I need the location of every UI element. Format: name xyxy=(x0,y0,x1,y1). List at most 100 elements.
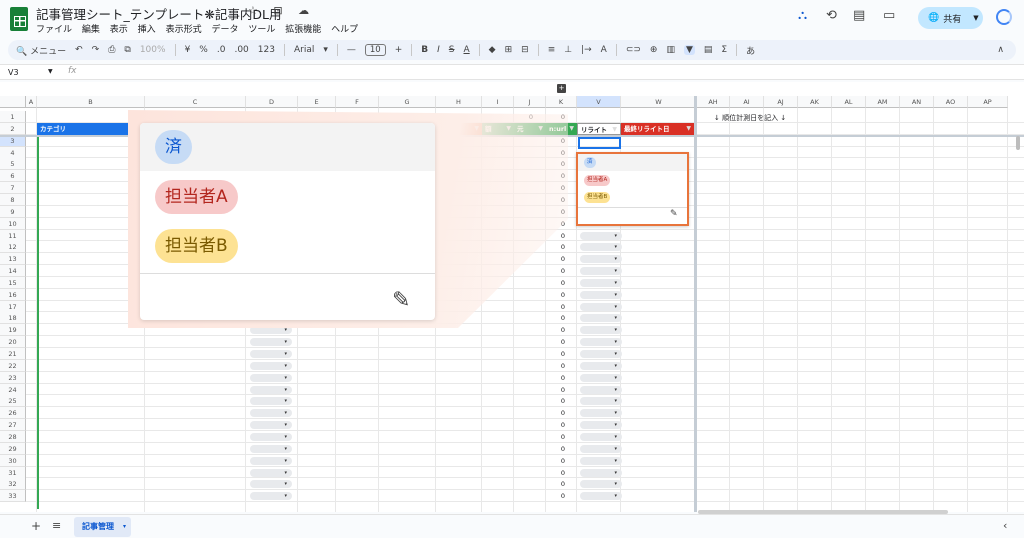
borders-icon[interactable]: ⊞ xyxy=(505,45,513,55)
row-number[interactable]: 13 xyxy=(0,253,26,266)
column-header[interactable]: AI xyxy=(730,96,764,108)
dropdown-chip[interactable]: ▾ xyxy=(250,385,292,394)
dropdown-option[interactable]: 担当者A xyxy=(584,175,611,186)
text-color-button[interactable]: A xyxy=(464,45,470,55)
undo-icon[interactable]: ↶ xyxy=(75,45,83,55)
strikethrough-button[interactable]: S xyxy=(449,45,455,55)
dropdown-chip[interactable]: ▾ xyxy=(580,468,622,477)
edit-pencil-icon[interactable]: ✎ xyxy=(670,209,678,219)
print-icon[interactable]: ⎙ xyxy=(108,45,115,55)
column-header[interactable]: AP xyxy=(968,96,1008,108)
dropdown-chip[interactable]: ▾ xyxy=(580,397,622,406)
font-caret-icon[interactable]: ▾ xyxy=(323,45,328,55)
expand-group-icon[interactable]: + xyxy=(557,84,566,93)
currency-button[interactable]: ¥ xyxy=(185,45,191,55)
zoomed-option-chip[interactable]: 担当者B xyxy=(155,229,238,263)
row-number[interactable]: 25 xyxy=(0,395,26,408)
input-tools-button[interactable]: あ xyxy=(746,44,755,57)
dropdown-chip[interactable]: ▾ xyxy=(580,267,622,276)
sheets-logo-icon[interactable] xyxy=(10,7,28,31)
dropdown-chip[interactable]: ▾ xyxy=(580,409,622,418)
increase-decimal-button[interactable]: .00 xyxy=(234,45,248,55)
row-number[interactable]: 14 xyxy=(0,265,26,278)
dropdown-chip[interactable]: ▾ xyxy=(580,492,622,501)
bold-button[interactable]: B xyxy=(421,45,428,55)
font-select[interactable]: Arial xyxy=(294,45,314,55)
column-header[interactable]: H xyxy=(436,96,482,108)
dropdown-chip[interactable]: ▾ xyxy=(250,492,292,501)
cell-k-value[interactable]: 0 xyxy=(545,253,565,265)
dropdown-chip[interactable]: ▾ xyxy=(580,231,622,240)
dropdown-chip[interactable]: ▾ xyxy=(580,338,622,347)
frozen-column-divider[interactable] xyxy=(694,96,697,512)
dropdown-chip[interactable]: ▾ xyxy=(580,456,622,465)
dropdown-chip[interactable]: ▾ xyxy=(250,480,292,489)
dropdown-chip[interactable]: ▾ xyxy=(250,468,292,477)
star-move-cloud-icons[interactable]: ☆ ⊡ ☁ xyxy=(248,4,315,17)
name-box-caret-icon[interactable]: ▼ xyxy=(48,68,53,75)
column-header[interactable]: C xyxy=(145,96,246,108)
redo-icon[interactable]: ↷ xyxy=(92,45,100,55)
row-number[interactable]: 24 xyxy=(0,383,26,396)
column-header[interactable]: AK xyxy=(798,96,832,108)
row-number[interactable]: 26 xyxy=(0,407,26,420)
column-header[interactable]: AO xyxy=(934,96,968,108)
column-header[interactable]: K xyxy=(546,96,577,108)
column-header[interactable]: F xyxy=(336,96,379,108)
column-header[interactable]: AL xyxy=(832,96,866,108)
dropdown-chip[interactable]: ▾ xyxy=(580,432,622,441)
row-number[interactable]: 29 xyxy=(0,442,26,455)
dropdown-chip[interactable]: ▾ xyxy=(250,338,292,347)
column-header[interactable]: E xyxy=(298,96,336,108)
insert-chart-icon[interactable]: ▥ xyxy=(666,45,675,55)
history-icon[interactable]: ⟲ xyxy=(826,8,837,23)
font-size-increase-button[interactable]: + xyxy=(395,45,403,55)
column-header[interactable]: V xyxy=(577,96,621,108)
font-size-input[interactable]: 10 xyxy=(364,44,386,56)
dropdown-chip[interactable]: ▾ xyxy=(250,361,292,370)
row-number[interactable]: 30 xyxy=(0,454,26,467)
row-number[interactable]: 12 xyxy=(0,241,26,254)
edit-pencil-icon[interactable]: ✎ xyxy=(392,288,410,313)
row-number[interactable]: 8 xyxy=(0,193,26,206)
row-number[interactable]: 27 xyxy=(0,419,26,432)
spreadsheet-grid[interactable]: + A B C D E F G H I J K V W AH AI AJ AK AL AM AN AO AP 1 2 3 4 5 6 7… xyxy=(0,82,1024,512)
column-header[interactable]: G xyxy=(379,96,436,108)
menu-edit[interactable]: 編集 xyxy=(82,25,100,35)
percent-button[interactable]: % xyxy=(199,45,208,55)
merge-icon[interactable]: ⊟ xyxy=(521,45,529,55)
dropdown-chip[interactable]: ▾ xyxy=(250,444,292,453)
filter-icon[interactable]: ▼ xyxy=(569,123,574,135)
cell-k-value[interactable]: 0 xyxy=(545,241,565,253)
dropdown-chip[interactable]: ▾ xyxy=(580,243,622,252)
dropdown-chip[interactable]: ▾ xyxy=(580,255,622,264)
dropdown-chip[interactable]: ▾ xyxy=(250,432,292,441)
menu-tools[interactable]: ツール xyxy=(248,25,275,35)
add-sheet-icon[interactable]: + xyxy=(31,519,41,533)
dropdown-chip[interactable]: ▾ xyxy=(580,480,622,489)
italic-button[interactable]: I xyxy=(437,45,440,55)
header-last-rewrite-date[interactable]: 最終リライト日 ▼ xyxy=(621,123,694,135)
paint-format-icon[interactable]: ⧉ xyxy=(124,45,130,55)
share-caret-icon[interactable]: ▼ xyxy=(973,14,978,22)
dropdown-chip[interactable]: ▾ xyxy=(250,373,292,382)
cell-k-value[interactable]: 0 xyxy=(545,277,565,289)
menu-data[interactable]: データ xyxy=(211,25,238,35)
align-vertical-icon[interactable]: ⊥ xyxy=(564,45,572,55)
row-number[interactable]: 1 xyxy=(0,111,26,123)
row-number[interactable]: 33 xyxy=(0,490,26,503)
zoom-select[interactable]: 100% xyxy=(140,45,166,55)
row-number[interactable]: 32 xyxy=(0,478,26,491)
menu-insert[interactable]: 挿入 xyxy=(138,25,156,35)
all-sheets-icon[interactable]: ≡ xyxy=(52,519,61,532)
column-header[interactable]: I xyxy=(482,96,514,108)
cell-k-value[interactable]: 0 xyxy=(545,360,565,372)
meet-icon[interactable]: ▭ xyxy=(883,8,895,23)
cell-k-value[interactable]: 0 xyxy=(545,467,565,479)
row-number[interactable]: 20 xyxy=(0,336,26,349)
dropdown-chip[interactable]: ▾ xyxy=(580,373,622,382)
cell-k-value[interactable]: 0 xyxy=(545,419,565,431)
column-header[interactable]: AM xyxy=(866,96,900,108)
insert-comment-icon[interactable]: ⊕ xyxy=(650,45,658,55)
number-format-button[interactable]: 123 xyxy=(258,45,275,55)
